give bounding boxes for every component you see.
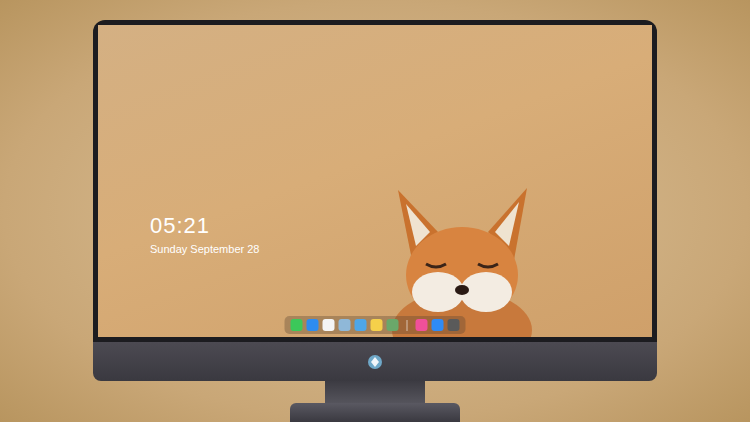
mockup-page: 05:21 Sunday September 28 [0, 0, 750, 422]
monitor: 05:21 Sunday September 28 [93, 20, 657, 422]
clock-time: 05:21 [150, 213, 259, 239]
music-icon[interactable] [416, 319, 428, 331]
camera-icon[interactable] [448, 319, 460, 331]
monitor-base [290, 403, 460, 422]
messages-icon[interactable] [291, 319, 303, 331]
monitor-chin [93, 342, 657, 381]
dock-separator [407, 320, 408, 331]
monitor-stand [325, 381, 425, 403]
desktop-screen: 05:21 Sunday September 28 [98, 25, 652, 337]
dock [285, 316, 466, 334]
clock-date: Sunday September 28 [150, 243, 259, 255]
clock-widget: 05:21 Sunday September 28 [150, 213, 259, 255]
brand-logo-icon [367, 354, 383, 370]
finder-icon[interactable] [307, 319, 319, 331]
monitor-bezel: 05:21 Sunday September 28 [93, 20, 657, 342]
photos-icon[interactable] [387, 319, 399, 331]
files-icon[interactable] [355, 319, 367, 331]
safari-icon[interactable] [323, 319, 335, 331]
fox-photo [390, 180, 535, 337]
app-store-icon[interactable] [432, 319, 444, 331]
preview-icon[interactable] [339, 319, 351, 331]
notes-icon[interactable] [371, 319, 383, 331]
